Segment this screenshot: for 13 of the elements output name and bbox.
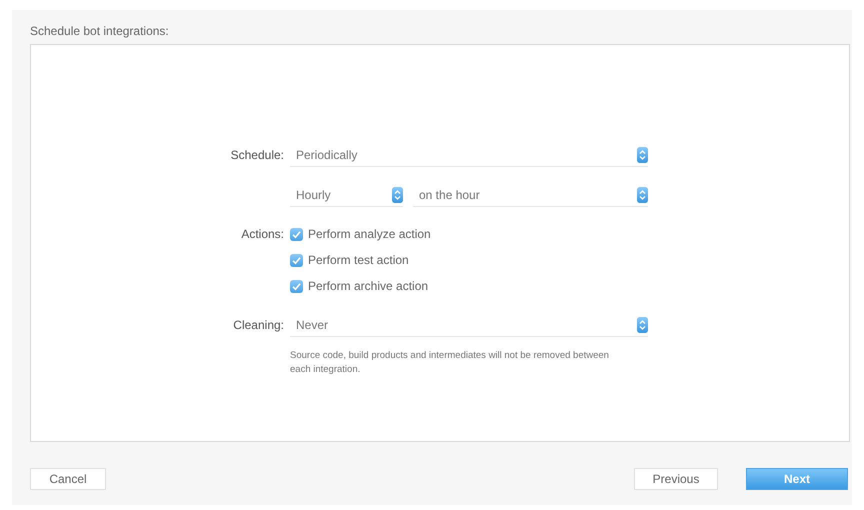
previous-button[interactable]: Previous [634,468,718,490]
cancel-button[interactable]: Cancel [30,468,106,490]
actions-label: Actions: [240,226,284,243]
action-checkbox[interactable]: Perform analyze action [290,225,648,243]
checkbox-label: Perform archive action [308,279,428,293]
checkbox-label: Perform test action [308,253,409,267]
schedule-label: Schedule: [230,147,284,164]
action-checkbox[interactable]: Perform archive action [290,277,648,295]
checkbox-label: Perform analyze action [308,227,431,241]
cleaning-hint: Source code, build products and intermediates will not be removed between each integration. [290,349,610,377]
action-checkbox[interactable]: Perform test action [290,251,648,269]
cleaning-label: Cleaning: [232,317,284,334]
page-title: Schedule bot integrations: [30,24,170,40]
